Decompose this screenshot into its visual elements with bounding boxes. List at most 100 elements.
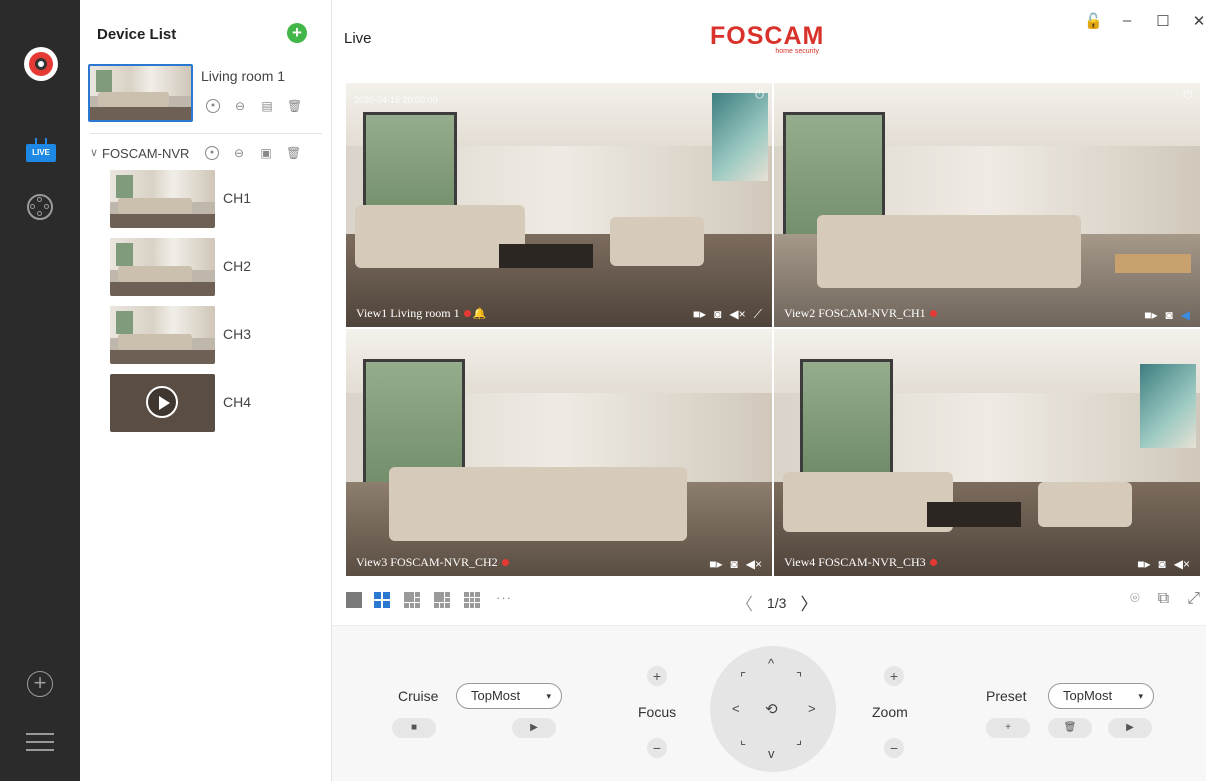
menu-icon[interactable] [26, 733, 54, 751]
add-device-button[interactable]: + [287, 23, 307, 43]
layout-bar: ··· 〈 1/3 〉 ⌾ ⧉ ⤢ [346, 588, 1200, 616]
ptz-up-left-icon[interactable]: ⌜ [740, 670, 746, 686]
channel-name: CH3 [223, 326, 252, 342]
lock-icon[interactable]: 🔓 [1084, 12, 1103, 30]
foscam-logo-icon[interactable] [24, 47, 58, 81]
record-icon[interactable]: ■▸ [1137, 557, 1150, 571]
preset-go-button[interactable]: ▶ [1108, 718, 1152, 738]
ptz-panel: Cruise TopMost ▾ ■ ▶ + Focus − ^ v < > ⌜ … [332, 625, 1206, 781]
recorder-icon[interactable]: ▣ [259, 146, 273, 160]
channel-item-ch3[interactable]: CH3 [110, 306, 310, 364]
next-page-button[interactable]: 〉 [800, 590, 817, 615]
play-icon[interactable] [146, 386, 178, 418]
cruise-stop-button[interactable]: ■ [392, 718, 436, 738]
record-dot-icon [501, 559, 509, 566]
ptz-down-right-icon[interactable]: ⌟ [796, 732, 802, 748]
focus-plus-button[interactable]: + [647, 666, 667, 686]
channel-thumbnail [110, 170, 215, 228]
cruise-value: TopMost [471, 688, 521, 703]
record-icon[interactable]: ■▸ [709, 557, 722, 571]
mute-icon[interactable]: ◀× [729, 307, 745, 322]
talk-off-icon[interactable]: ⟋ [754, 307, 762, 322]
ptz-up-right-icon[interactable]: ⌝ [796, 670, 802, 686]
prev-page-button[interactable]: 〈 [736, 590, 753, 615]
focus-minus-button[interactable]: − [647, 738, 667, 758]
tile-tools: ■▸ ◙ ◀× [1137, 557, 1190, 571]
channel-name: CH2 [223, 258, 252, 274]
fullscreen-icon[interactable]: ⤢ [1187, 590, 1200, 608]
device-item-living-room[interactable]: Living room 1 ● ⊖ ▤ 🗑 [88, 64, 324, 128]
view-label-text: View1 Living room 1 [356, 306, 460, 320]
link-icon[interactable]: ⊖ [232, 146, 246, 160]
video-tile-view4[interactable]: View4 FOSCAM-NVR_CH3 ■▸ ◙ ◀× [774, 329, 1200, 576]
device-name: Living room 1 [201, 68, 286, 84]
cruise-start-button[interactable]: ▶ [512, 718, 556, 738]
record-icon[interactable]: ■▸ [1144, 308, 1157, 322]
nvr-group-header[interactable]: ∨ FOSCAM-NVR ● ⊖ ▣ 🗑 [90, 144, 326, 164]
settings-icon[interactable]: ● [205, 146, 219, 160]
settings-icon[interactable]: ● [206, 99, 220, 113]
video-grid: 2020-04-15 20:00:00 ⏻ View1 Living room … [346, 83, 1200, 576]
snapshot-icon[interactable]: ◙ [731, 557, 738, 571]
live-view-icon[interactable]: LIVE [26, 138, 56, 162]
channel-name: CH1 [223, 190, 252, 206]
delete-icon[interactable]: 🗑 [287, 99, 302, 113]
record-icon[interactable]: ■▸ [693, 307, 706, 322]
snapshot-icon[interactable]: ◙ [714, 307, 721, 322]
window-controls: 🔓 – ☐ ✕ [1084, 12, 1206, 30]
video-tile-view2[interactable]: ⏻ View2 FOSCAM-NVR_CH1 ■▸ ◙ ◀ [774, 83, 1200, 327]
mute-icon[interactable]: ◀× [746, 557, 762, 571]
brand-name: FOSCAM [710, 22, 825, 50]
mute-icon[interactable]: ◀× [1174, 557, 1190, 571]
tile-tools: ■▸ ◙ ◀× [709, 557, 762, 571]
timestamp-overlay: 2020-04-15 20:00:00 [354, 95, 438, 105]
view-tools: ⌾ ⧉ ⤢ [1130, 590, 1200, 608]
zoom-minus-button[interactable]: − [884, 738, 904, 758]
device-thumbnail [88, 64, 193, 122]
record-dot-icon [929, 310, 937, 317]
ptz-up-icon[interactable]: ^ [768, 656, 774, 671]
ptz-down-icon[interactable]: v [768, 746, 775, 761]
sd-card-icon[interactable]: ▤ [260, 99, 274, 113]
layout-6-icon[interactable] [404, 592, 420, 608]
more-layouts-button[interactable]: ··· [496, 590, 512, 605]
layout-9-icon[interactable] [464, 592, 480, 608]
channel-item-ch4[interactable]: CH4 [110, 374, 310, 432]
cruise-select[interactable]: TopMost ▾ [456, 683, 562, 709]
layout-1-icon[interactable] [346, 592, 362, 608]
ptz-left-icon[interactable]: < [732, 701, 740, 716]
maximize-button[interactable]: ☐ [1156, 12, 1170, 30]
video-tile-view1[interactable]: 2020-04-15 20:00:00 ⏻ View1 Living room … [346, 83, 772, 327]
close-all-views-icon[interactable]: ⧉ [1158, 590, 1169, 608]
snapshot-icon[interactable]: ◙ [1159, 557, 1166, 571]
ptz-down-left-icon[interactable]: ⌞ [740, 732, 746, 748]
preset-delete-button[interactable]: 🗑 [1048, 718, 1092, 738]
video-tile-view3[interactable]: View3 FOSCAM-NVR_CH2 ■▸ ◙ ◀× [346, 329, 772, 576]
tile-tools: ■▸ ◙ ◀× ⟋ [693, 307, 762, 322]
ptz-reset-icon[interactable]: ⟲ [765, 700, 778, 718]
preset-add-button[interactable]: + [986, 718, 1030, 738]
brand-tagline: home security [775, 48, 819, 55]
preset-select[interactable]: TopMost ▾ [1048, 683, 1154, 709]
nvr-name: FOSCAM-NVR [102, 146, 190, 161]
minimize-button[interactable]: – [1120, 12, 1134, 30]
ptz-direction-pad[interactable]: ^ v < > ⌜ ⌝ ⌞ ⌟ ⟲ [710, 646, 836, 772]
power-icon[interactable]: ⏻ [1183, 89, 1192, 102]
layout-4-icon[interactable] [374, 592, 390, 608]
zoom-plus-button[interactable]: + [884, 666, 904, 686]
add-circle-icon[interactable]: + [27, 671, 53, 697]
close-button[interactable]: ✕ [1192, 12, 1206, 30]
channel-item-ch2[interactable]: CH2 [110, 238, 310, 296]
power-icon[interactable]: ⏻ [755, 89, 764, 102]
speaker-icon[interactable]: ◀ [1181, 308, 1190, 322]
layout-8-icon[interactable] [434, 592, 450, 608]
snapshot-icon[interactable]: ◙ [1166, 308, 1173, 322]
chevron-down-icon[interactable]: ∨ [90, 146, 98, 159]
link-icon[interactable]: ⊖ [233, 99, 247, 113]
channel-item-ch1[interactable]: CH1 [110, 170, 310, 228]
ptz-right-icon[interactable]: > [808, 701, 816, 716]
device-list-header: Device List + [80, 0, 332, 68]
playback-reel-icon[interactable] [27, 194, 53, 220]
webcam-icon[interactable]: ⌾ [1130, 590, 1140, 608]
delete-icon[interactable]: 🗑 [286, 146, 301, 160]
